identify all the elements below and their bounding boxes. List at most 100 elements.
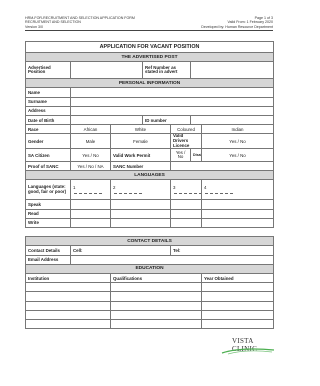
sanc-number-label: SANC Number xyxy=(110,161,171,172)
spacer-row xyxy=(25,227,274,238)
ref-number-field[interactable] xyxy=(189,61,275,80)
qualification-cell[interactable] xyxy=(110,282,202,293)
disability-yes-no[interactable]: Yes / No xyxy=(200,148,275,163)
proof-of-sanc-label: Proof of SANC xyxy=(25,161,71,172)
surname-label: Surname xyxy=(25,96,71,107)
tel-label: Tel: xyxy=(173,248,181,253)
language-4-number: 4 xyxy=(204,184,207,190)
institution-cell[interactable] xyxy=(25,318,111,330)
institution-cell[interactable] xyxy=(25,291,111,302)
speak-lang-4[interactable] xyxy=(200,199,275,210)
write-lang-1[interactable] xyxy=(70,217,111,229)
cell-label: Cell: xyxy=(73,248,83,253)
year-obtained-header: Year Obtained xyxy=(200,272,275,284)
year-cell[interactable] xyxy=(200,282,275,293)
gender-option-male[interactable]: Male xyxy=(70,133,111,150)
application-form-table: APPLICATION FOR VACANT POSITION THE ADVE… xyxy=(24,41,275,330)
proof-of-sanc-options[interactable]: Yes / No / NA xyxy=(70,161,111,172)
read-lang-2[interactable] xyxy=(110,208,171,219)
qualification-cell[interactable] xyxy=(110,318,202,330)
address-label: Address xyxy=(25,105,71,116)
year-cell[interactable] xyxy=(200,300,275,311)
sa-citizen-label: SA Citizen xyxy=(25,148,71,163)
speak-lang-1[interactable] xyxy=(70,199,111,210)
year-cell[interactable] xyxy=(200,318,275,330)
id-number-field[interactable] xyxy=(189,114,275,126)
vista-clinic-logo: VISTA CLINIC xyxy=(218,335,278,355)
sa-citizen-yes-no[interactable]: Yes / No xyxy=(70,148,111,163)
address-field[interactable] xyxy=(69,105,275,116)
race-option-indian[interactable]: Indian xyxy=(200,124,275,135)
languages-label: Languages (state: good, fair or poor) xyxy=(25,179,71,201)
education-section-heading: EDUCATION xyxy=(24,263,275,274)
gender-label: Gender xyxy=(25,133,71,150)
institution-cell[interactable] xyxy=(25,300,111,311)
speak-lang-3[interactable] xyxy=(170,199,202,210)
surname-field[interactable] xyxy=(69,96,275,107)
name-label: Name xyxy=(25,87,71,98)
email-label: Email Address xyxy=(25,254,71,265)
tel-field[interactable]: Tel: xyxy=(169,245,275,256)
header-divider xyxy=(25,29,273,31)
document-header: HRM-FOR-RECRUITMENT AND SELECTION APPLIC… xyxy=(25,16,273,31)
language-4-line xyxy=(205,192,233,194)
institution-cell[interactable] xyxy=(25,282,111,293)
cell-field[interactable]: Cell: xyxy=(70,245,171,256)
language-2-field[interactable]: 2 xyxy=(110,179,171,201)
drivers-licence-label: Valid Drivers Licence xyxy=(170,133,202,150)
drivers-licence-yes-no[interactable]: Yes / No xyxy=(200,133,275,150)
form-title: APPLICATION FOR VACANT POSITION xyxy=(24,41,275,53)
year-cell[interactable] xyxy=(200,291,275,302)
write-lang-3[interactable] xyxy=(170,217,202,229)
header-developed-by: Developed by: Human Resource Department xyxy=(201,24,273,29)
language-3-line xyxy=(174,192,201,194)
write-lang-4[interactable] xyxy=(200,217,275,229)
race-label: Race xyxy=(25,124,71,135)
gender-option-female[interactable]: Female xyxy=(110,133,171,150)
language-2-number: 2 xyxy=(113,184,116,190)
year-cell[interactable] xyxy=(200,309,275,320)
contact-section-heading: CONTACT DETAILS xyxy=(24,236,275,247)
dob-label: Date of Birth xyxy=(25,114,71,126)
languages-section-heading: LANGUAGES xyxy=(24,170,275,181)
qualification-cell[interactable] xyxy=(110,309,202,320)
speak-lang-2[interactable] xyxy=(110,199,171,210)
advertised-position-field[interactable] xyxy=(70,61,143,80)
institution-cell[interactable] xyxy=(25,309,111,320)
qualification-cell[interactable] xyxy=(110,291,202,302)
disability-label: Disability xyxy=(190,148,202,163)
language-3-field[interactable]: 3 xyxy=(170,179,202,201)
read-label: Read xyxy=(25,208,71,219)
read-lang-3[interactable] xyxy=(170,208,202,219)
dob-field[interactable] xyxy=(70,114,143,126)
write-label: Write xyxy=(25,217,71,229)
email-field[interactable] xyxy=(69,254,275,265)
work-permit-yes-no[interactable]: Yes / No xyxy=(170,148,191,163)
language-1-number: 1 xyxy=(73,184,76,190)
language-2-line xyxy=(114,192,142,194)
sanc-number-field[interactable] xyxy=(169,161,275,172)
qualifications-header: Qualifications xyxy=(110,272,202,284)
race-option-white[interactable]: White xyxy=(110,124,171,135)
read-lang-4[interactable] xyxy=(200,208,275,219)
institution-header: Institution xyxy=(25,272,111,284)
language-4-field[interactable]: 4 xyxy=(200,179,275,201)
language-3-number: 3 xyxy=(173,184,176,190)
language-1-field[interactable]: 1 xyxy=(70,179,111,201)
read-lang-1[interactable] xyxy=(70,208,111,219)
logo-swoosh-icon xyxy=(221,348,275,355)
id-number-label: ID number xyxy=(142,114,191,126)
race-option-coloured[interactable]: Coloured xyxy=(170,124,202,135)
language-1-line xyxy=(74,192,102,194)
name-field[interactable] xyxy=(69,87,275,98)
contact-details-label: Contact Details xyxy=(25,245,71,256)
ref-number-label: Ref Number as stated in advert xyxy=(142,61,191,80)
personal-section-heading: PERSONAL INFORMATION xyxy=(24,78,275,89)
header-version: Version 3/0 xyxy=(25,24,43,29)
qualification-cell[interactable] xyxy=(110,300,202,311)
speak-label: Speak xyxy=(25,199,71,210)
work-permit-label: Valid Work Permit xyxy=(110,148,171,163)
race-option-african[interactable]: African xyxy=(70,124,111,135)
advertised-position-label: Advertised Position xyxy=(25,61,71,80)
write-lang-2[interactable] xyxy=(110,217,171,229)
